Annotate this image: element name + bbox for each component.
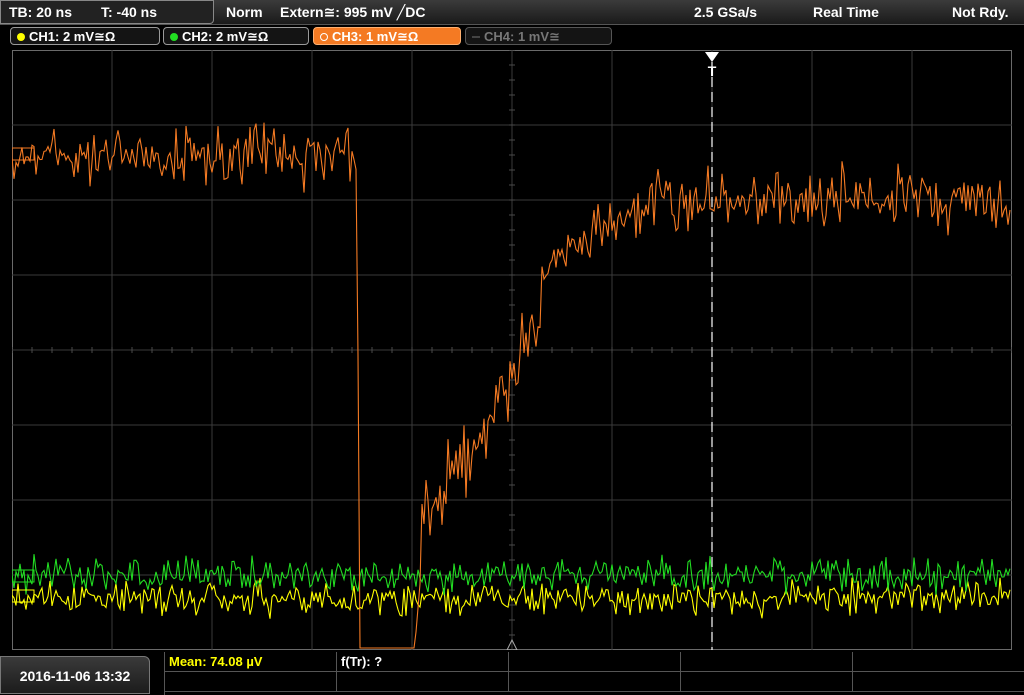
ch3-label: CH3: 1 mV≅Ω [332, 29, 419, 44]
trigger-arrow-icon[interactable] [705, 52, 719, 62]
graticule [12, 50, 1012, 650]
trigger-time-value: T: -40 ns [101, 4, 158, 20]
channel-tab-ch4[interactable]: CH4: 1 mV≅ [465, 27, 612, 45]
top-status-bar: TB: 20 ns T: -40 ns Norm Extern≅: 995 mV… [0, 0, 1024, 25]
measurement-slot-6 [165, 672, 337, 692]
measurement-slot-9 [681, 672, 853, 692]
channel-tab-ch1[interactable]: CH1: 2 mV≅Ω [10, 27, 160, 45]
measurement-slot-10 [853, 672, 1024, 692]
channel-tab-ch3[interactable]: CH3: 1 mV≅Ω [313, 27, 461, 45]
channel-tab-row: CH1: 2 mV≅Ω CH2: 2 mV≅Ω CH3: 1 mV≅Ω CH4:… [0, 25, 1024, 49]
trigger-source[interactable]: Extern≅: 995 mV ╱DC [280, 0, 425, 24]
acquisition-mode: Real Time [813, 4, 879, 20]
measurement-slot-4 [681, 652, 853, 672]
measurement-panel[interactable]: Mean: 74.08 µV f(Tr): ? [164, 652, 1024, 695]
trigger-mode[interactable]: Norm [226, 0, 263, 24]
ch1-indicator-icon [17, 33, 25, 41]
waveform-display[interactable]: T [12, 50, 1012, 650]
measurement-slot-7 [337, 672, 509, 692]
sample-rate: 2.5 GSa/s [694, 4, 758, 20]
ch1-label: CH1: 2 mV≅Ω [29, 29, 116, 44]
ch4-off-icon [472, 36, 480, 38]
run-status: Not Rdy. [952, 4, 1009, 20]
channel-tab-ch2[interactable]: CH2: 2 mV≅Ω [163, 27, 309, 45]
timebase-box[interactable]: TB: 20 ns T: -40 ns [0, 0, 214, 24]
measurement-slot-5 [853, 652, 1024, 672]
trigger-marker-label: T [708, 63, 717, 79]
measurement-slot-8 [509, 672, 681, 692]
ch4-label: CH4: 1 mV≅ [484, 29, 560, 44]
measurement-mean: Mean: 74.08 µV [165, 652, 337, 672]
measurement-fall-time: f(Tr): ? [337, 652, 509, 672]
bottom-bar: 2016-11-06 13:32 Mean: 74.08 µV f(Tr): ? [0, 652, 1024, 695]
measurement-slot-3 [509, 652, 681, 672]
ch2-label: CH2: 2 mV≅Ω [182, 29, 269, 44]
timebase-value: TB: 20 ns [9, 4, 73, 20]
ch3-indicator-icon [320, 33, 328, 41]
datetime-display[interactable]: 2016-11-06 13:32 [0, 656, 150, 694]
ch2-indicator-icon [170, 33, 178, 41]
